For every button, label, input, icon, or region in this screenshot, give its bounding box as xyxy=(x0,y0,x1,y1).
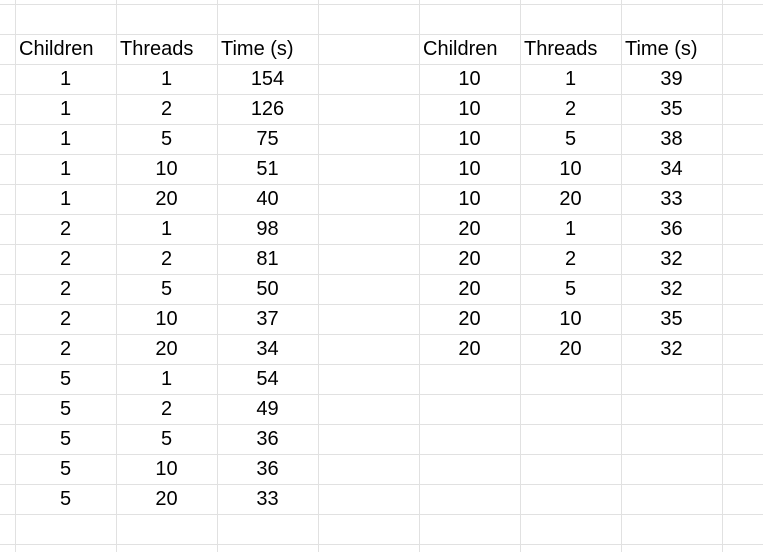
cell-time[interactable]: 40 xyxy=(217,184,318,214)
cell-children[interactable]: 5 xyxy=(15,454,116,484)
cell-children[interactable]: 1 xyxy=(15,94,116,124)
cell-children[interactable]: 1 xyxy=(15,154,116,184)
cell-threads[interactable]: 10 xyxy=(116,454,217,484)
header-time[interactable]: Time (s) xyxy=(217,34,318,64)
cell-threads[interactable]: 5 xyxy=(520,274,621,304)
cell-time[interactable]: 32 xyxy=(621,274,722,304)
cell-children[interactable]: 2 xyxy=(15,334,116,364)
cell-threads[interactable]: 5 xyxy=(116,424,217,454)
cell-time[interactable]: 35 xyxy=(621,304,722,334)
cell-time[interactable]: 38 xyxy=(621,124,722,154)
cell-time[interactable]: 39 xyxy=(621,64,722,94)
cell-threads[interactable]: 10 xyxy=(116,154,217,184)
cell-children[interactable]: 20 xyxy=(419,214,520,244)
cell-threads[interactable]: 1 xyxy=(520,64,621,94)
cell-threads[interactable]: 2 xyxy=(116,244,217,274)
header-threads[interactable]: Threads xyxy=(520,34,621,64)
cell-children[interactable]: 1 xyxy=(15,124,116,154)
header-children[interactable]: Children xyxy=(15,34,116,64)
row-gridline xyxy=(0,544,763,545)
cell-threads[interactable]: 2 xyxy=(116,394,217,424)
cell-threads[interactable]: 2 xyxy=(116,94,217,124)
cell-threads[interactable]: 10 xyxy=(520,154,621,184)
cell-time[interactable]: 51 xyxy=(217,154,318,184)
cell-threads[interactable]: 2 xyxy=(520,244,621,274)
cell-children[interactable]: 2 xyxy=(15,274,116,304)
cell-time[interactable]: 37 xyxy=(217,304,318,334)
cell-threads[interactable]: 20 xyxy=(520,334,621,364)
row-gridline xyxy=(0,514,763,515)
cell-children[interactable]: 5 xyxy=(15,484,116,514)
cell-time[interactable]: 32 xyxy=(621,334,722,364)
cell-threads[interactable]: 5 xyxy=(116,124,217,154)
header-threads[interactable]: Threads xyxy=(116,34,217,64)
cell-time[interactable]: 54 xyxy=(217,364,318,394)
cell-time[interactable]: 36 xyxy=(217,454,318,484)
cell-time[interactable]: 98 xyxy=(217,214,318,244)
cell-children[interactable]: 10 xyxy=(419,94,520,124)
cell-time[interactable]: 50 xyxy=(217,274,318,304)
column-gridline xyxy=(722,0,723,552)
cell-children[interactable]: 20 xyxy=(419,334,520,364)
cell-children[interactable]: 5 xyxy=(15,364,116,394)
column-gridline xyxy=(318,0,319,552)
header-time[interactable]: Time (s) xyxy=(621,34,722,64)
cell-time[interactable]: 35 xyxy=(621,94,722,124)
cell-children[interactable]: 20 xyxy=(419,244,520,274)
cell-time[interactable]: 34 xyxy=(217,334,318,364)
cell-children[interactable]: 10 xyxy=(419,64,520,94)
cell-children[interactable]: 1 xyxy=(15,64,116,94)
cell-threads[interactable]: 20 xyxy=(116,334,217,364)
cell-threads[interactable]: 10 xyxy=(520,304,621,334)
cell-threads[interactable]: 5 xyxy=(116,274,217,304)
cell-threads[interactable]: 5 xyxy=(520,124,621,154)
cell-children[interactable]: 2 xyxy=(15,304,116,334)
cell-time[interactable]: 126 xyxy=(217,94,318,124)
cell-time[interactable]: 36 xyxy=(621,214,722,244)
header-children[interactable]: Children xyxy=(419,34,520,64)
spreadsheet-grid: Children Threads Time (s) 1 1 154 1 2 126 1 5 75 1 10… xyxy=(0,0,763,552)
cell-time[interactable]: 34 xyxy=(621,154,722,184)
cell-time[interactable]: 33 xyxy=(621,184,722,214)
cell-threads[interactable]: 1 xyxy=(520,214,621,244)
cell-threads[interactable]: 1 xyxy=(116,64,217,94)
cell-threads[interactable]: 2 xyxy=(520,94,621,124)
row-gridline xyxy=(0,4,763,5)
cell-children[interactable]: 20 xyxy=(419,274,520,304)
cell-children[interactable]: 10 xyxy=(419,154,520,184)
cell-children[interactable]: 2 xyxy=(15,244,116,274)
cell-threads[interactable]: 20 xyxy=(520,184,621,214)
cell-time[interactable]: 32 xyxy=(621,244,722,274)
cell-threads[interactable]: 1 xyxy=(116,364,217,394)
cell-threads[interactable]: 20 xyxy=(116,484,217,514)
cell-time[interactable]: 154 xyxy=(217,64,318,94)
cell-threads[interactable]: 10 xyxy=(116,304,217,334)
cell-children[interactable]: 10 xyxy=(419,184,520,214)
cell-children[interactable]: 1 xyxy=(15,184,116,214)
cell-time[interactable]: 75 xyxy=(217,124,318,154)
cell-children[interactable]: 20 xyxy=(419,304,520,334)
cell-threads[interactable]: 20 xyxy=(116,184,217,214)
cell-time[interactable]: 33 xyxy=(217,484,318,514)
cell-children[interactable]: 5 xyxy=(15,424,116,454)
cell-time[interactable]: 81 xyxy=(217,244,318,274)
cell-time[interactable]: 49 xyxy=(217,394,318,424)
cell-time[interactable]: 36 xyxy=(217,424,318,454)
cell-threads[interactable]: 1 xyxy=(116,214,217,244)
cell-children[interactable]: 5 xyxy=(15,394,116,424)
cell-children[interactable]: 2 xyxy=(15,214,116,244)
cell-children[interactable]: 10 xyxy=(419,124,520,154)
